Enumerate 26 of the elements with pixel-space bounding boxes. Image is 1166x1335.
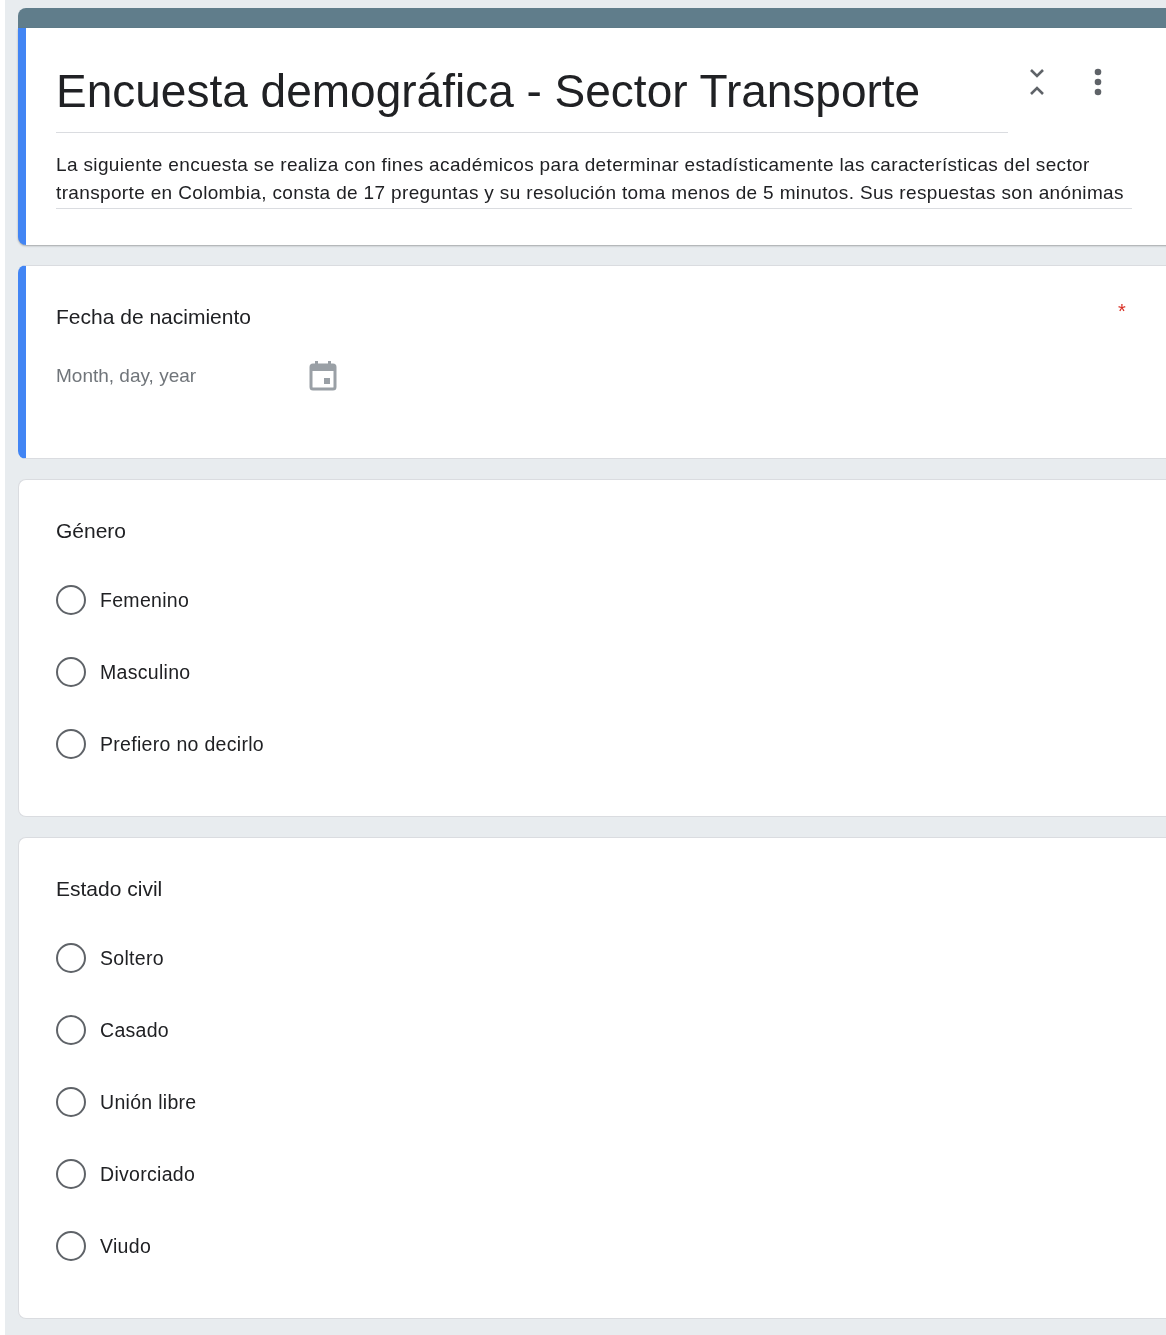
option-label[interactable]: Prefiero no decirlo	[100, 732, 264, 756]
radio-button[interactable]	[56, 1159, 86, 1189]
radio-button[interactable]	[56, 729, 86, 759]
collapse-icon[interactable]	[1028, 68, 1046, 96]
form-description: La siguiente encuesta se realiza con fines académicos para determinar estadísticamente las características del sector transporte en Colombia, consta de 17 preguntas y su resolución toma menos de 5 minutos. Sus respuestas son anónimas	[56, 151, 1132, 209]
question-title: Género	[56, 518, 127, 544]
radio-button[interactable]	[56, 1231, 86, 1261]
option-label[interactable]: Femenino	[100, 588, 190, 612]
question-title: Estado civil	[56, 876, 163, 902]
option-label[interactable]: Soltero	[100, 946, 164, 970]
form-title: Encuesta demográfica - Sector Transporte	[56, 62, 1008, 133]
radio-button[interactable]	[56, 1015, 86, 1045]
option-label[interactable]: Casado	[100, 1018, 169, 1042]
question-title: Fecha de nacimiento	[56, 304, 251, 330]
radio-button[interactable]	[56, 943, 86, 973]
radio-button[interactable]	[56, 585, 86, 615]
radio-button[interactable]	[56, 1087, 86, 1117]
option-label[interactable]: Masculino	[100, 660, 191, 684]
option-label[interactable]: Divorciado	[100, 1162, 196, 1186]
option-label[interactable]: Unión libre	[100, 1090, 197, 1114]
more-options-icon[interactable]	[1094, 68, 1102, 96]
date-placeholder[interactable]: Month, day, year	[56, 365, 197, 387]
required-mark: *	[1118, 300, 1126, 323]
radio-button[interactable]	[56, 657, 86, 687]
calendar-icon[interactable]	[308, 360, 339, 392]
option-label[interactable]: Viudo	[100, 1234, 152, 1258]
